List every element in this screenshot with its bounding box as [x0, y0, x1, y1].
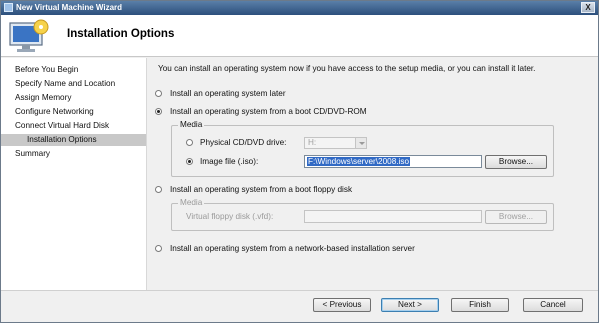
install-later-label: Install an operating system later [170, 89, 286, 98]
page-title: Installation Options [67, 28, 175, 40]
image-file-input[interactable]: F:\Windows\server\2008.iso [304, 155, 482, 168]
previous-button[interactable]: < Previous [313, 298, 371, 312]
intro-text: You can install an operating system now … [158, 64, 536, 73]
app-icon [4, 3, 13, 12]
sidebar-item-before-you-begin[interactable]: Before You Begin [1, 64, 146, 76]
vfd-input[interactable] [304, 210, 482, 223]
sidebar-item-assign-memory[interactable]: Assign Memory [1, 92, 146, 104]
image-file-radio[interactable] [186, 158, 193, 165]
physical-drive-select[interactable]: H: [304, 137, 367, 149]
floppy-media-legend: Media [178, 198, 205, 208]
install-later-radio[interactable] [155, 90, 162, 97]
install-cd-label: Install an operating system from a boot … [170, 107, 367, 116]
sidebar-item-installation-options[interactable]: Installation Options [1, 134, 146, 146]
sidebar-item-connect-vhd[interactable]: Connect Virtual Hard Disk [1, 120, 146, 132]
window-title: New Virtual Machine Wizard [16, 3, 123, 12]
sidebar-item-configure-networking[interactable]: Configure Networking [1, 106, 146, 118]
install-network-label: Install an operating system from a netwo… [170, 244, 415, 253]
install-floppy-label: Install an operating system from a boot … [170, 185, 353, 194]
cd-media-group: Media Physical CD/DVD drive: H: Image fi… [171, 120, 554, 177]
browse-iso-button[interactable]: Browse... [485, 155, 547, 169]
sidebar-item-summary[interactable]: Summary [1, 148, 146, 160]
title-bar: New Virtual Machine Wizard X [1, 1, 598, 15]
physical-drive-label: Physical CD/DVD drive: [200, 138, 287, 147]
monitor-disc-icon [9, 19, 49, 52]
image-file-label: Image file (.iso): [200, 157, 259, 166]
wizard-window: New Virtual Machine Wizard X Installatio… [0, 0, 599, 323]
physical-drive-radio[interactable] [186, 139, 193, 146]
install-cd-radio[interactable] [155, 108, 162, 115]
floppy-media-group: Media Virtual floppy disk (.vfd): Browse… [171, 198, 554, 231]
sidebar-item-specify-name[interactable]: Specify Name and Location [1, 78, 146, 90]
cd-media-legend: Media [178, 120, 205, 130]
physical-drive-value: H: [308, 138, 317, 147]
cancel-button[interactable]: Cancel [523, 298, 583, 312]
wizard-steps-sidebar: Before You Begin Specify Name and Locati… [1, 58, 147, 290]
main-content: You can install an operating system now … [148, 58, 598, 290]
vfd-label: Virtual floppy disk (.vfd): [186, 212, 274, 221]
install-network-radio[interactable] [155, 245, 162, 252]
footer-divider [1, 290, 598, 291]
image-file-value: F:\Windows\server\2008.iso [307, 157, 411, 166]
next-button[interactable]: Next > [381, 298, 439, 312]
browse-vfd-button[interactable]: Browse... [485, 210, 547, 224]
close-button[interactable]: X [581, 2, 595, 13]
chevron-down-icon [355, 138, 366, 148]
install-floppy-radio[interactable] [155, 186, 162, 193]
wizard-header: Installation Options [1, 15, 598, 57]
finish-button[interactable]: Finish [451, 298, 509, 312]
